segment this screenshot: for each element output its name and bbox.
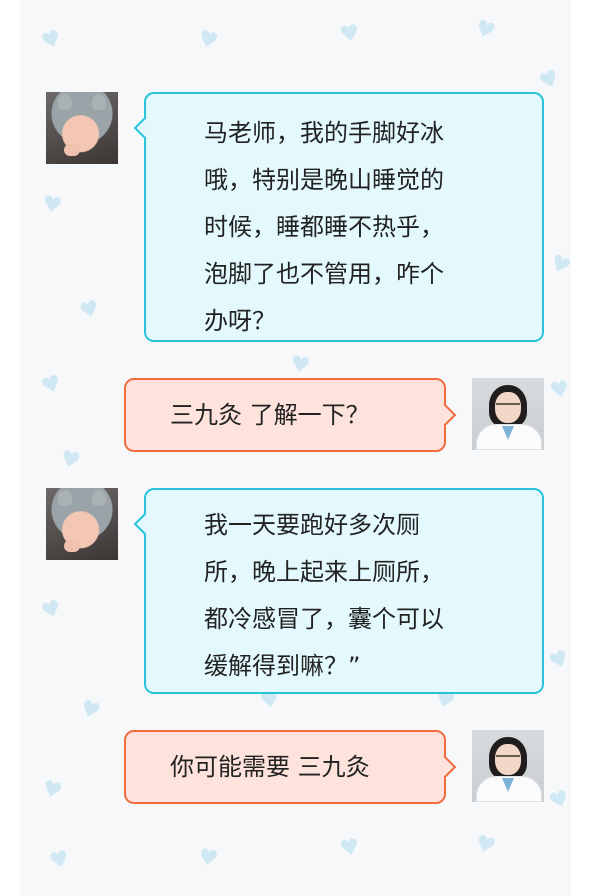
- heart-decoration-icon: ♥: [38, 595, 66, 626]
- heart-decoration-icon: ♥: [76, 695, 104, 726]
- message-text-line: 办呀？: [204, 307, 276, 335]
- heart-decoration-icon: ♥: [288, 351, 312, 380]
- heart-decoration-icon: ♥: [337, 20, 362, 49]
- message-text-line: 缓解得到嘛？”: [204, 652, 361, 680]
- heart-decoration-icon: ♥: [545, 250, 571, 282]
- message-bubble-doctor[interactable]: 你可能需要 三九灸: [124, 730, 457, 804]
- message-bubble-doctor[interactable]: 三九灸 了解一下？: [124, 378, 457, 452]
- heart-decoration-icon: ♥: [535, 65, 564, 97]
- heart-decoration-icon: ♥: [546, 785, 571, 816]
- heart-decoration-icon: ♥: [547, 376, 571, 405]
- heart-decoration-icon: ♥: [195, 25, 221, 56]
- heart-decoration-icon: ♥: [38, 370, 66, 401]
- heart-decoration-icon: ♥: [337, 834, 362, 863]
- message-text-line: 哦，特别是晚山睡觉的: [204, 166, 444, 194]
- doctor-avatar[interactable]: [472, 730, 544, 802]
- heart-decoration-icon: ♥: [471, 830, 499, 861]
- message-text-line: 泡脚了也不管用，咋个: [204, 260, 444, 288]
- message-text-line: 都冷感冒了，囊个可以: [204, 605, 444, 633]
- message-text-line: 三九灸 了解一下？: [170, 401, 370, 429]
- heart-decoration-icon: ♥: [39, 775, 65, 806]
- message-bubble-user[interactable]: 我一天要跑好多次厕 所，晚上起来上厕所， 都冷感冒了，囊个可以 缓解得到嘛？”: [133, 488, 544, 694]
- heart-decoration-icon: ♥: [196, 844, 220, 873]
- heart-decoration-icon: ♥: [545, 645, 571, 677]
- message-bubble-user[interactable]: 马老师，我的手脚好冰 哦，特别是晚山睡觉的 时候，睡都睡不热乎， 泡脚了也不管用…: [133, 92, 544, 342]
- message-text-line: 时候，睡都睡不热乎，: [204, 213, 444, 241]
- heart-decoration-icon: ♥: [471, 15, 499, 46]
- heart-decoration-icon: ♥: [57, 445, 83, 476]
- heart-decoration-icon: ♥: [76, 295, 103, 326]
- heart-decoration-icon: ♥: [38, 25, 66, 56]
- message-text-line: 我一天要跑好多次厕: [204, 511, 420, 539]
- message-text-line: 你可能需要 三九灸: [170, 753, 370, 781]
- heart-decoration-icon: ♥: [40, 191, 64, 220]
- user-avatar[interactable]: [46, 488, 118, 560]
- heart-decoration-icon: ♥: [46, 845, 73, 876]
- message-text-line: 马老师，我的手脚好冰: [204, 119, 444, 147]
- message-text-line: 所，晚上起来上厕所，: [204, 558, 444, 586]
- doctor-avatar[interactable]: [472, 378, 544, 450]
- user-avatar[interactable]: [46, 92, 118, 164]
